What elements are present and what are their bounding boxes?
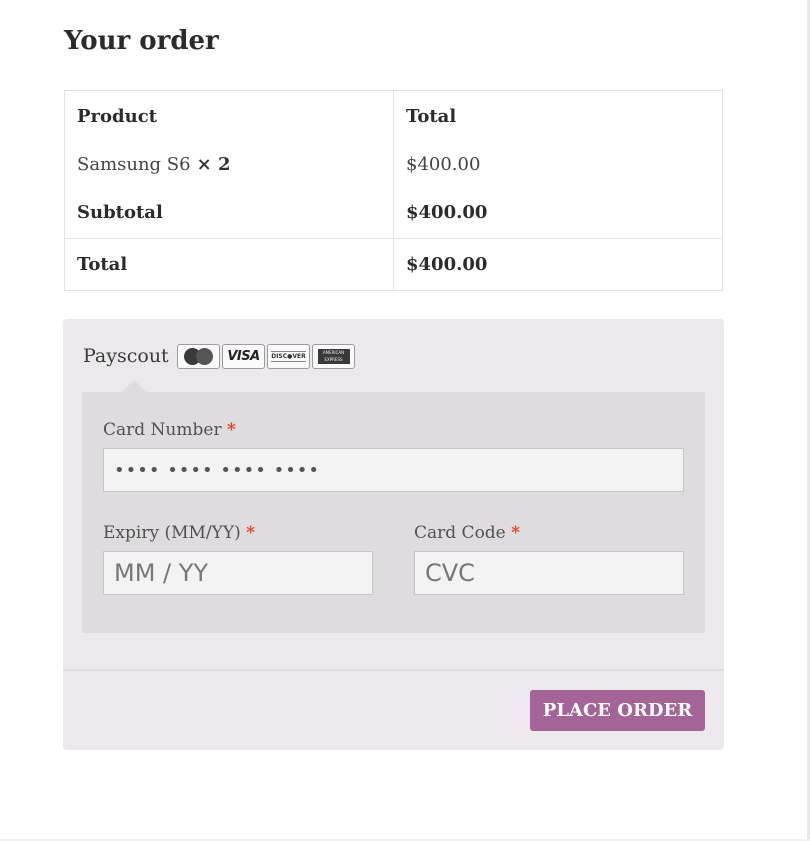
total-row: Total $400.00 — [64, 238, 723, 291]
order-review-table: Product Total Samsung S6 × 2 $400.00 Subt… — [64, 90, 723, 291]
product-name-cell: Samsung S6 × 2 — [64, 142, 394, 187]
subtotal-row: Subtotal $400.00 — [64, 187, 723, 239]
product-column-header: Product — [64, 90, 394, 142]
table-row: Samsung S6 × 2 $400.00 — [64, 142, 723, 187]
mastercard-icon — [177, 344, 220, 369]
total-value: $400.00 — [406, 254, 488, 275]
subtotal-label: Subtotal — [64, 187, 394, 239]
subtotal-value: $400.00 — [393, 187, 723, 239]
total-label: Total — [64, 238, 394, 291]
amex-icon: AMERICAN EXPRESS — [312, 344, 355, 369]
card-code-label: Card Code * — [414, 523, 521, 543]
order-heading: Your order — [64, 26, 219, 56]
place-order-button[interactable]: PLACE ORDER — [530, 690, 705, 731]
required-marker: * — [246, 523, 255, 543]
card-number-input[interactable]: •••• •••• •••• •••• — [103, 448, 684, 492]
payment-divider — [63, 669, 724, 671]
expiry-input[interactable]: MM / YY — [103, 551, 373, 595]
payment-method-label[interactable]: Payscout — [83, 345, 169, 367]
table-header-row: Product Total — [64, 90, 723, 142]
card-logos: VISA DISC●VER AMERICAN EXPRESS — [177, 344, 355, 369]
payment-fields-box: Card Number * •••• •••• •••• •••• Expiry… — [82, 392, 705, 633]
total-column-header: Total — [406, 106, 457, 127]
payment-section: Payscout VISA DISC●VER AMERICAN EXPRESS C… — [63, 319, 724, 750]
required-marker: * — [226, 420, 236, 440]
line-total-cell: $400.00 — [406, 154, 481, 175]
product-name: Samsung S6 — [77, 154, 191, 175]
card-number-label: Card Number * — [103, 420, 236, 440]
expiry-placeholder: MM / YY — [114, 559, 209, 587]
payment-box-pointer — [122, 380, 146, 392]
visa-icon: VISA — [222, 344, 265, 369]
expiry-label: Expiry (MM/YY) * — [103, 523, 255, 543]
discover-icon: DISC●VER — [267, 344, 310, 369]
card-number-placeholder: •••• •••• •••• •••• — [114, 459, 321, 481]
required-marker: * — [511, 523, 521, 543]
product-quantity: × 2 — [196, 154, 231, 175]
card-code-input[interactable]: CVC — [414, 551, 684, 595]
card-code-placeholder: CVC — [425, 559, 475, 587]
